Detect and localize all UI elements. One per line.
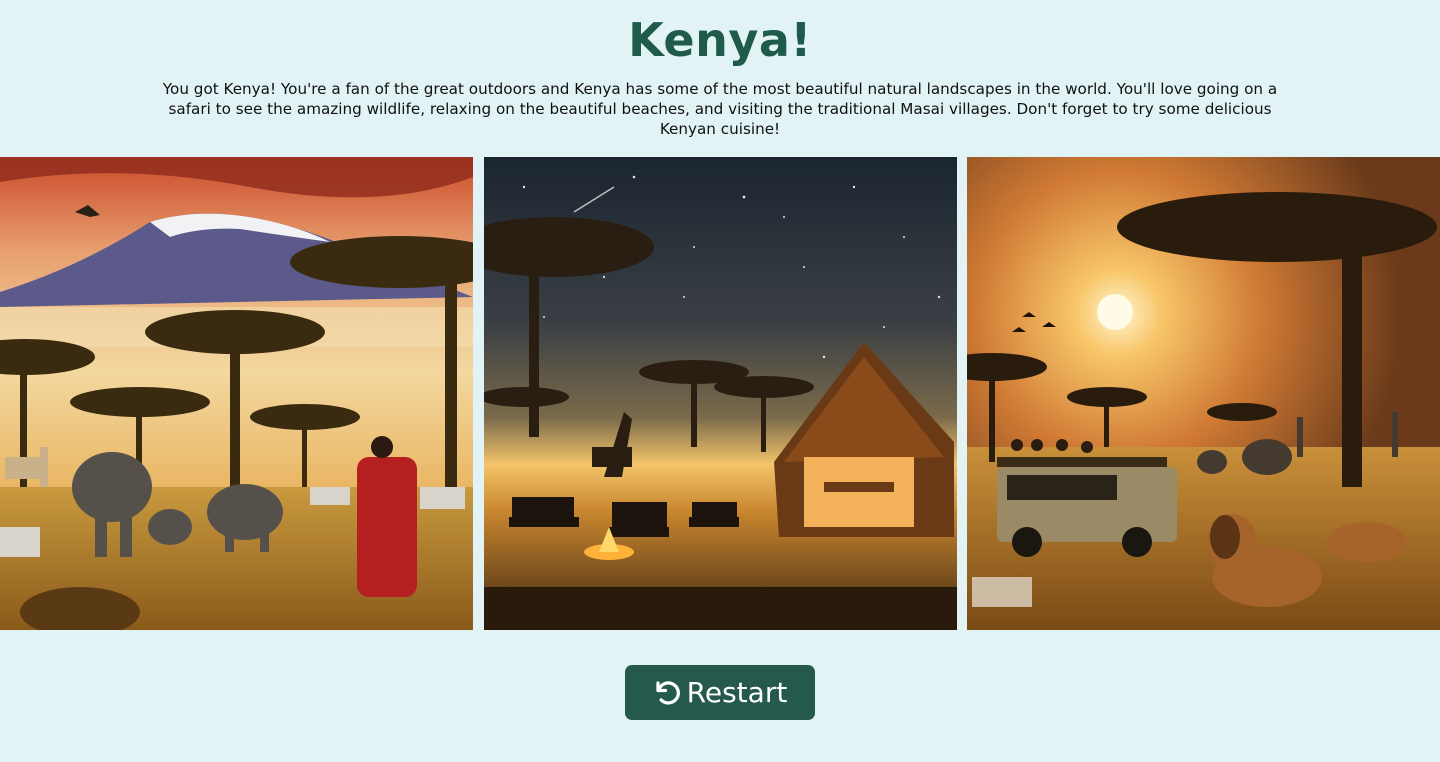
gallery-image-sunset-safari-jeep [967,157,1440,630]
image-gallery [0,157,1440,630]
gallery-image-night-safari-camp [484,157,957,630]
result-description: You got Kenya! You're a fan of the great… [162,80,1278,138]
quiz-result-page: Kenya! You got Kenya! You're a fan of th… [0,0,1440,762]
result-title: Kenya! [628,13,812,67]
gallery-image-kilimanjaro-savanna [0,157,473,630]
rotate-left-icon [653,678,683,708]
restart-button[interactable]: Restart [625,665,815,720]
restart-button-label: Restart [686,676,788,709]
